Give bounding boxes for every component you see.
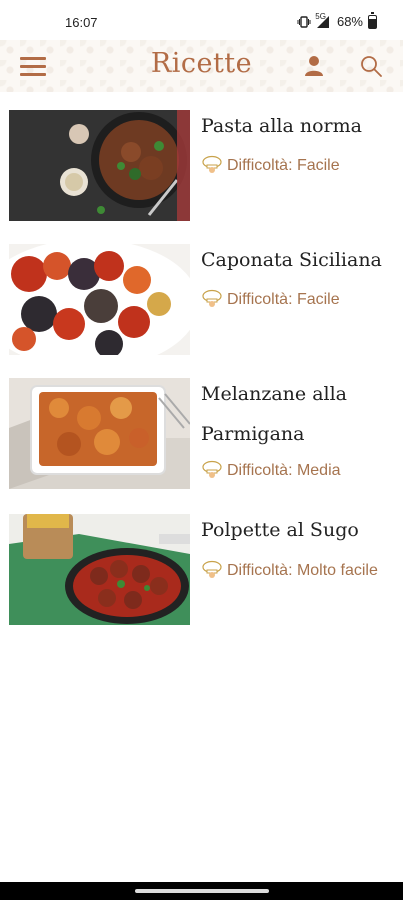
menu-button[interactable] (20, 57, 46, 77)
chef-hat-icon (202, 560, 222, 578)
recipe-title: Caponata Siciliana (201, 249, 382, 271)
recipe-image (9, 110, 190, 221)
user-icon (305, 56, 323, 76)
recipe-difficulty: Difficoltà: Facile (201, 289, 396, 311)
search-icon (361, 56, 382, 77)
recipe-item-caponata-siciliana[interactable]: Caponata Siciliana Difficoltà: Facile (0, 244, 403, 356)
battery-icon (368, 11, 377, 29)
recipe-difficulty: Difficoltà: Molto facile (201, 560, 396, 582)
profile-button[interactable] (302, 54, 326, 78)
chef-hat-icon (202, 460, 222, 478)
recipe-item-melanzane-alla-parmigana[interactable]: Melanzane alla Parmigana Difficoltà: Med… (0, 378, 403, 492)
chef-hat-icon (202, 155, 222, 173)
network-type: 5G (315, 12, 326, 21)
status-icons: 5G 68% (297, 11, 377, 29)
recipe-difficulty-text: Difficoltà: Molto facile (227, 562, 378, 579)
hamburger-menu-icon (20, 57, 46, 60)
home-indicator[interactable] (135, 889, 269, 893)
recipe-difficulty-text: Difficoltà: Media (227, 462, 341, 479)
battery-percent: 68% (336, 14, 363, 29)
vibrate-icon (297, 15, 311, 28)
recipe-difficulty: Difficoltà: Facile (201, 155, 396, 177)
recipe-image (9, 514, 190, 625)
recipe-item-polpette-al-sugo[interactable]: Polpette al Sugo Difficoltà: Molto facil… (0, 514, 403, 626)
recipe-difficulty: Difficoltà: Media (201, 460, 396, 482)
recipe-difficulty-text: Difficoltà: Facile (227, 157, 340, 174)
recipe-image (9, 378, 190, 489)
recipe-title: Melanzane alla Parmigana (201, 383, 348, 445)
page-title: Ricette (150, 48, 253, 79)
recipe-title: Polpette al Sugo (201, 519, 359, 541)
app-header: Ricette (0, 40, 403, 92)
search-button[interactable] (359, 54, 383, 78)
system-nav-bar (0, 882, 403, 900)
recipe-title: Pasta alla norma (201, 115, 362, 137)
status-bar: 16:07 5G 68% (0, 0, 403, 40)
recipe-image (9, 244, 190, 355)
chef-hat-icon (202, 289, 222, 307)
status-time: 16:07 (65, 15, 98, 30)
recipe-difficulty-text: Difficoltà: Facile (227, 291, 340, 308)
recipe-item-pasta-alla-norma[interactable]: Pasta alla norma Difficoltà: Facile (0, 110, 403, 222)
